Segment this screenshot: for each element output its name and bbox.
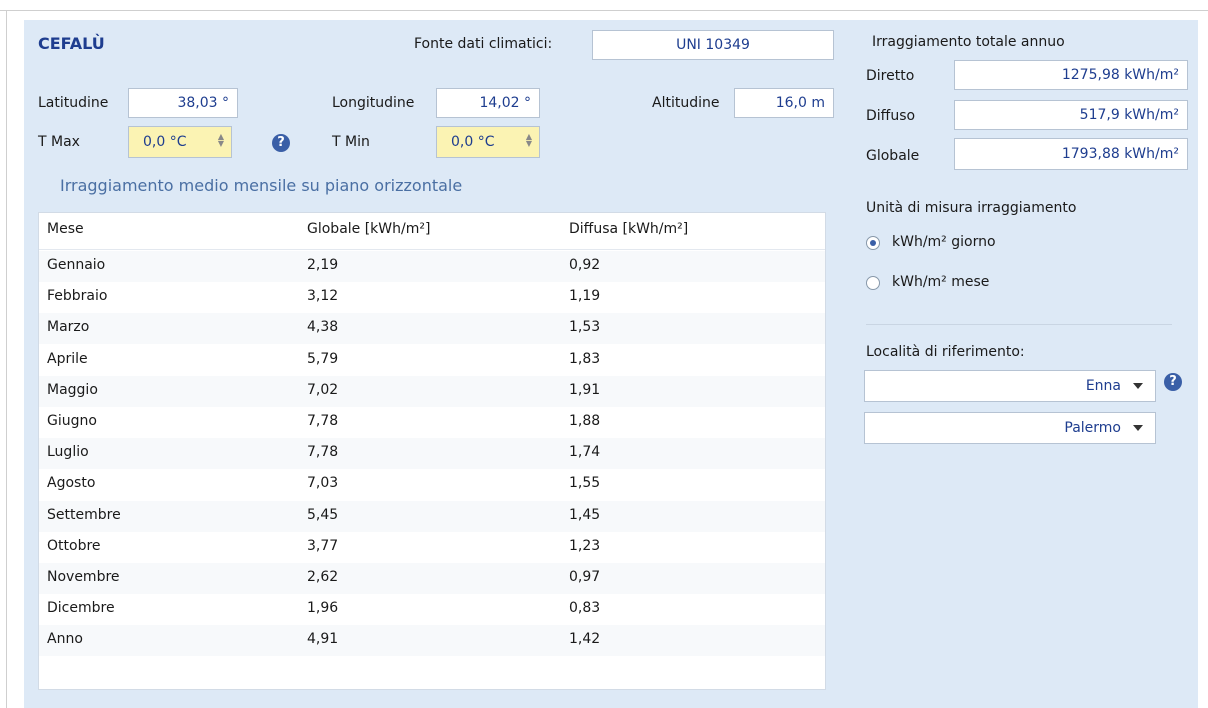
diffuse-cell: 1,88 [569,413,601,429]
longitude-field[interactable]: 14,02 ° [436,88,540,118]
diffuse-label: Diffuso [866,108,916,124]
table-row[interactable]: Dicembre 1,96 0,83 [39,594,825,625]
chevron-down-icon [1133,383,1143,389]
radio-kwh-day[interactable] [866,236,880,250]
month-cell: Novembre [47,569,120,585]
month-cell: Giugno [47,413,97,429]
units-title: Unità di misura irraggiamento [866,200,1077,216]
month-cell: Luglio [47,444,89,461]
table-row[interactable]: Giugno 7,78 1,88 [39,407,825,438]
diffuse-cell: 1,23 [569,537,601,554]
month-cell: Maggio [47,381,98,398]
diffuse-field[interactable]: 517,9 kWh/m² [954,100,1188,130]
global-cell: 7,02 [307,381,339,398]
monthly-section-title: Irraggiamento medio mensile su piano ori… [60,176,463,195]
global-cell: 2,62 [307,569,339,585]
month-cell: Ottobre [47,537,101,554]
reference-title: Località di riferimento: [866,344,1025,360]
help-icon[interactable]: ? [272,134,290,152]
spinner-arrows-icon[interactable]: ▲ ▼ [217,133,225,148]
diffuse-cell: 1,55 [569,475,601,492]
table-row[interactable]: Anno 4,91 1,42 [39,625,825,657]
global-cell: 4,38 [307,319,339,336]
global-cell: 5,79 [307,350,339,367]
tmin-field[interactable]: 0,0 °C ▲ ▼ [436,126,540,158]
location-dropdown-1[interactable]: Enna [864,370,1156,402]
table-row[interactable]: Maggio 7,02 1,91 [39,375,825,407]
diffuse-cell: 1,53 [569,319,601,336]
diffuse-cell: 1,19 [569,288,601,305]
table-row[interactable]: Agosto 7,03 1,55 [39,469,825,500]
global-cell: 7,78 [307,413,339,429]
monthly-irradiation-table: Mese Globale [kWh/m²] Diffusa [kWh/m²] G… [38,212,826,690]
radio-kwh-month[interactable] [866,276,880,290]
month-cell: Aprile [47,350,88,367]
city-title: CEFALÙ [38,34,105,53]
table-row[interactable]: Settembre 5,45 1,45 [39,500,825,532]
diffuse-cell: 1,74 [569,444,601,461]
column-header-diffuse[interactable]: Diffusa [kWh/m²] [569,221,688,237]
month-cell: Agosto [47,475,96,492]
spinner-arrows-icon[interactable]: ▲ ▼ [525,133,533,148]
window-left-border [6,10,7,708]
tmax-value: 0,0 °C [143,134,187,150]
direct-field[interactable]: 1275,98 kWh/m² [954,60,1188,90]
chevron-down-icon [1133,425,1143,431]
source-field[interactable]: UNI 10349 [592,30,834,60]
table-row[interactable]: Novembre 2,62 0,97 [39,563,825,594]
month-cell: Gennaio [47,257,106,273]
latitude-field[interactable]: 38,03 ° [128,88,238,118]
global-cell: 5,45 [307,506,339,523]
global-cell: 4,91 [307,631,339,648]
tmin-label: T Min [332,134,370,150]
global-cell: 7,03 [307,475,339,492]
location-1-value: Enna [1085,378,1121,394]
diffuse-cell: 0,83 [569,600,601,617]
help-icon[interactable]: ? [1164,373,1182,391]
tmax-field[interactable]: 0,0 °C ▲ ▼ [128,126,232,158]
column-header-month[interactable]: Mese [47,221,84,237]
longitude-label: Longitudine [332,95,415,111]
table-row[interactable]: Febbraio 3,12 1,19 [39,282,825,313]
month-cell: Settembre [47,506,121,523]
radio-kwh-day-label[interactable]: kWh/m² giorno [892,234,996,250]
month-cell: Febbraio [47,288,108,305]
direct-label: Diretto [866,68,915,84]
month-cell: Marzo [47,319,90,336]
diffuse-cell: 1,42 [569,631,601,648]
table-row[interactable]: Aprile 5,79 1,83 [39,345,825,376]
location-dropdown-2[interactable]: Palermo [864,412,1156,444]
latitude-label: Latitudine [38,95,109,111]
diffuse-cell: 1,45 [569,506,601,523]
source-label: Fonte dati climatici: [414,36,553,52]
separator [866,324,1172,325]
table-row[interactable]: Marzo 4,38 1,53 [39,313,825,345]
global-cell: 2,19 [307,257,339,273]
tmax-label: T Max [38,134,80,150]
column-header-global[interactable]: Globale [kWh/m²] [307,221,430,237]
table-row[interactable]: Luglio 7,78 1,74 [39,438,825,470]
global-label: Globale [866,148,920,164]
table-row[interactable]: Ottobre 3,77 1,23 [39,532,825,563]
global-cell: 3,77 [307,537,339,554]
tmin-value: 0,0 °C [451,134,495,150]
month-cell: Dicembre [47,600,115,617]
global-field[interactable]: 1793,88 kWh/m² [954,138,1188,170]
diffuse-cell: 0,92 [569,257,601,273]
month-cell: Anno [47,631,83,648]
global-cell: 3,12 [307,288,339,305]
radio-kwh-month-label[interactable]: kWh/m² mese [892,274,989,290]
diffuse-cell: 0,97 [569,569,601,585]
altitude-label: Altitudine [652,95,720,111]
annual-title: Irraggiamento totale annuo [872,34,1065,50]
global-cell: 1,96 [307,600,339,617]
diffuse-cell: 1,83 [569,350,601,367]
altitude-field[interactable]: 16,0 m [734,88,834,118]
diffuse-cell: 1,91 [569,381,601,398]
window-top-border [0,10,1208,11]
global-cell: 7,78 [307,444,339,461]
location-2-value: Palermo [1064,420,1121,436]
table-row[interactable]: Gennaio 2,19 0,92 [39,251,825,282]
table-header: Mese Globale [kWh/m²] Diffusa [kWh/m²] [39,213,825,250]
